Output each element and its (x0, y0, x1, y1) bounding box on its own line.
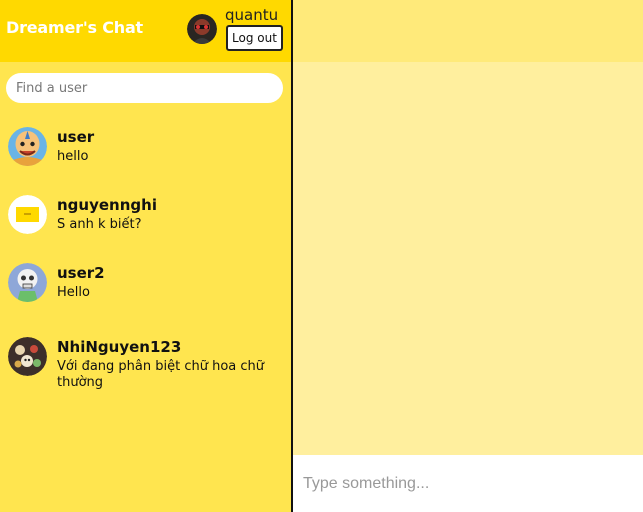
contact-name: user2 (57, 264, 105, 282)
cartoon-boy-avatar-icon (8, 127, 47, 166)
current-user-avatar (187, 14, 217, 44)
yellow-card-avatar-icon (8, 195, 47, 234)
contact-name: NhiNguyen123 (57, 338, 182, 356)
contact-item-user[interactable]: user hello (0, 127, 291, 189)
find-user-input[interactable] (6, 73, 283, 103)
contact-last-message: S anh k biết? (57, 217, 142, 232)
app-title: Dreamer's Chat (6, 18, 144, 37)
contact-last-message: hello (57, 149, 89, 164)
sidebar-header: Dreamer's Chat quantu Log out (0, 0, 291, 62)
message-input[interactable] (293, 455, 643, 512)
contact-item-nhinguyen123[interactable]: NhiNguyen123 Với đang phân biệt chữ hoa … (0, 337, 291, 399)
current-user-name: quantu (225, 6, 279, 24)
contact-item-nguyennghi[interactable]: nguyennghi S anh k biết? (0, 195, 291, 257)
chat-header (293, 0, 643, 62)
chat-messages-area (293, 62, 643, 455)
sidebar: Dreamer's Chat quantu Log out Find a use… (0, 0, 291, 512)
contact-name: user (57, 128, 95, 146)
contact-last-message: Hello (57, 285, 90, 300)
contact-last-message: Với đang phân biệt chữ hoa chữ thường (57, 359, 265, 390)
skeleton-cartoon-avatar-icon (8, 263, 47, 302)
doodle-avatar-icon (8, 337, 47, 376)
logout-button[interactable]: Log out (226, 25, 283, 51)
contact-name: nguyennghi (57, 196, 157, 214)
contact-item-user2[interactable]: user2 Hello (0, 263, 291, 325)
